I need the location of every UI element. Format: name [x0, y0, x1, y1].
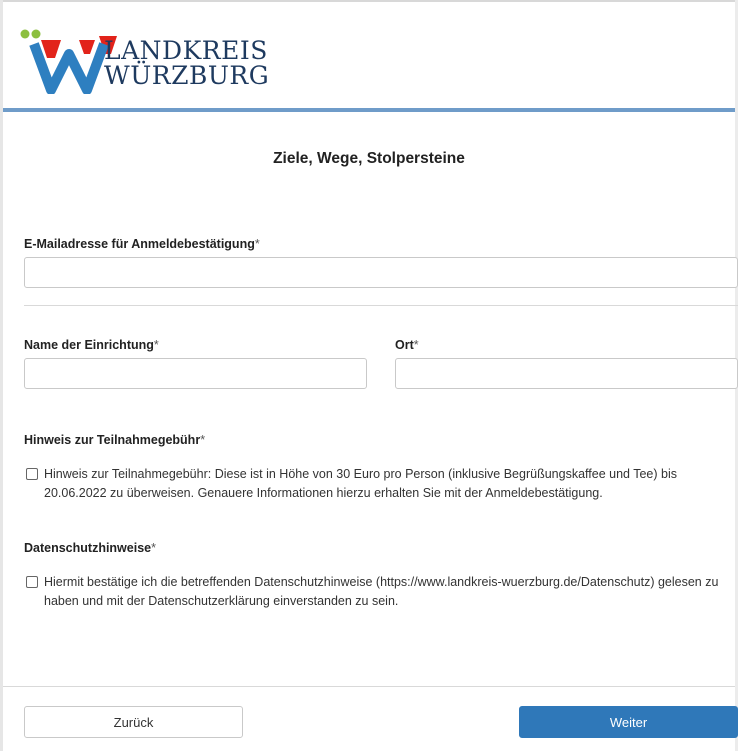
required-asterisk: *	[200, 433, 206, 447]
logo-dot-green-2	[31, 29, 41, 39]
privacy-consent-text[interactable]: Hiermit bestätige ich die betreffenden D…	[44, 573, 738, 611]
header-accent-line	[3, 108, 735, 112]
next-button[interactable]: Weiter	[519, 706, 738, 738]
institution-label: Name der Einrichtung*	[24, 338, 159, 352]
place-label-text: Ort	[395, 338, 414, 352]
back-button[interactable]: Zurück	[24, 706, 243, 738]
fee-heading-text: Hinweis zur Teilnahmegebühr	[24, 433, 201, 447]
fee-heading: Hinweis zur Teilnahmegebühr*	[24, 433, 205, 447]
required-asterisk: *	[413, 338, 419, 352]
required-asterisk: *	[254, 237, 260, 251]
logo-red-wedge-1	[41, 40, 61, 58]
privacy-consent-checkbox[interactable]	[26, 576, 38, 588]
fee-consent-text[interactable]: Hinweis zur Teilnahmegebühr: Diese ist i…	[44, 465, 738, 503]
privacy-heading: Datenschutzhinweise*	[24, 541, 156, 555]
site-header: LANDKREIS WÜRZBURG	[3, 2, 735, 108]
required-asterisk: *	[153, 338, 159, 352]
logo-red-wedge-2	[79, 40, 95, 54]
window-left-border	[0, 0, 3, 751]
footer-divider	[3, 686, 735, 687]
form-title: Ziele, Wege, Stolpersteine	[273, 150, 465, 167]
email-label-text: E-Mailadresse für Anmeldebestätigung	[24, 237, 255, 251]
privacy-heading-text: Datenschutzhinweise	[24, 541, 152, 555]
fee-consent-checkbox[interactable]	[26, 468, 38, 480]
institution-input[interactable]	[24, 358, 367, 389]
place-input[interactable]	[395, 358, 738, 389]
logo-line-2: WÜRZBURG	[104, 61, 270, 90]
place-label: Ort*	[395, 338, 419, 352]
logo-blue-w	[29, 42, 109, 94]
required-asterisk: *	[151, 541, 156, 555]
logo-wordmark: LANDKREIS WÜRZBURG	[104, 38, 269, 88]
logo-line-1: LANDKREIS	[104, 36, 268, 65]
email-input[interactable]	[24, 257, 738, 288]
email-label: E-Mailadresse für Anmeldebestätigung*	[24, 237, 260, 251]
logo-dot-green-1	[20, 29, 30, 39]
section-divider	[24, 305, 738, 306]
institution-label-text: Name der Einrichtung	[24, 338, 154, 352]
